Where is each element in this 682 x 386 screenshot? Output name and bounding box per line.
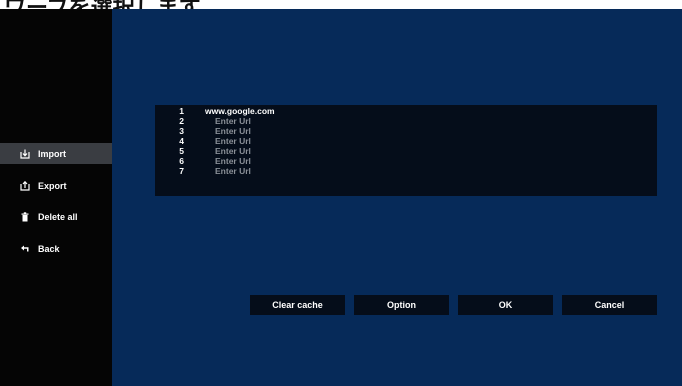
sidebar-item-label: Import <box>38 148 66 159</box>
settings-screen: Import Export Delete all Back 1 www.goog… <box>0 9 682 386</box>
url-input-placeholder[interactable]: Enter Url <box>215 166 251 176</box>
sidebar-item-label: Export <box>38 180 67 191</box>
url-list-panel: 1 www.google.com 2 Enter Url 3 Enter Url… <box>155 105 657 196</box>
url-row[interactable]: 3 Enter Url <box>155 126 657 136</box>
page-caption: ワーブを選択します。 <box>0 0 682 9</box>
url-row-number: 7 <box>179 166 184 176</box>
sidebar-item-label: Delete all <box>38 211 78 222</box>
url-row[interactable]: 2 Enter Url <box>155 116 657 126</box>
back-arrow-icon <box>20 244 30 254</box>
option-button[interactable]: Option <box>354 295 449 315</box>
url-row-number: 6 <box>179 156 184 166</box>
url-row[interactable]: 4 Enter Url <box>155 136 657 146</box>
url-input-placeholder[interactable]: Enter Url <box>215 156 251 166</box>
url-row[interactable]: 5 Enter Url <box>155 146 657 156</box>
export-icon <box>20 180 30 191</box>
sidebar-item-import[interactable]: Import <box>0 143 112 164</box>
url-input-placeholder[interactable]: Enter Url <box>215 146 251 156</box>
url-row[interactable]: 7 Enter Url <box>155 166 657 176</box>
url-row[interactable]: 1 www.google.com <box>155 106 657 116</box>
cancel-button[interactable]: Cancel <box>562 295 657 315</box>
url-row-number: 1 <box>179 106 184 116</box>
sidebar: Import Export Delete all Back <box>0 9 112 386</box>
sidebar-item-export[interactable]: Export <box>0 175 112 196</box>
trash-icon <box>20 211 30 222</box>
sidebar-item-label: Back <box>38 243 60 254</box>
sidebar-item-back[interactable]: Back <box>0 238 112 259</box>
import-icon <box>20 149 30 159</box>
clear-cache-button[interactable]: Clear cache <box>250 295 345 315</box>
url-row-number: 3 <box>179 126 184 136</box>
url-row-number: 4 <box>179 136 184 146</box>
url-input-placeholder[interactable]: Enter Url <box>215 136 251 146</box>
url-value[interactable]: www.google.com <box>205 106 275 116</box>
url-row-number: 5 <box>179 146 184 156</box>
ok-button[interactable]: OK <box>458 295 553 315</box>
url-input-placeholder[interactable]: Enter Url <box>215 116 251 126</box>
sidebar-item-delete-all[interactable]: Delete all <box>0 206 112 227</box>
url-row-number: 2 <box>179 116 184 126</box>
url-row[interactable]: 6 Enter Url <box>155 156 657 166</box>
url-input-placeholder[interactable]: Enter Url <box>215 126 251 136</box>
